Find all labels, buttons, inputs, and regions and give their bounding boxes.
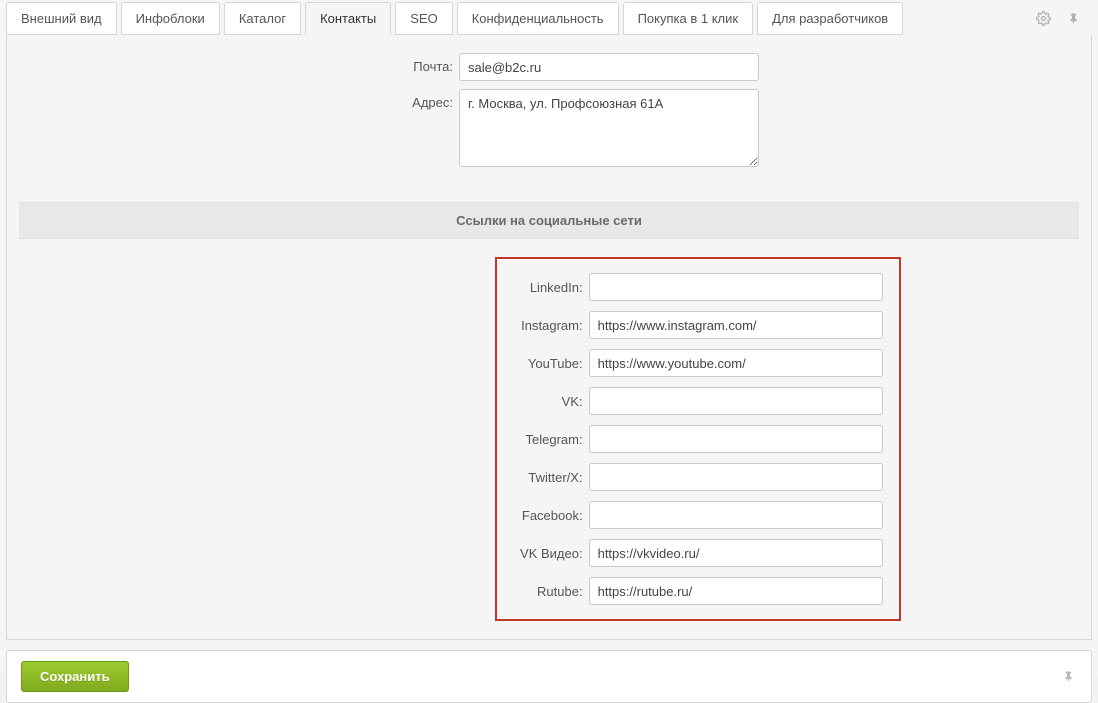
row-twitterx: Twitter/X: — [513, 463, 883, 491]
textarea-address[interactable] — [459, 89, 759, 167]
row-youtube: YouTube: — [513, 349, 883, 377]
row-instagram: Instagram: — [513, 311, 883, 339]
tabs-bar: Внешний вид Инфоблоки Каталог Контакты S… — [0, 0, 1098, 35]
label-vk: VK: — [513, 394, 589, 409]
tab-oneclick[interactable]: Покупка в 1 клик — [623, 2, 754, 35]
contact-form: Почта: Адрес: — [19, 53, 1079, 196]
row-telegram: Telegram: — [513, 425, 883, 453]
input-facebook[interactable] — [589, 501, 883, 529]
section-social-header: Ссылки на социальные сети — [19, 202, 1079, 239]
row-rutube: Rutube: — [513, 577, 883, 605]
label-email: Почта: — [19, 53, 459, 74]
input-vkvideo[interactable] — [589, 539, 883, 567]
label-facebook: Facebook: — [513, 508, 589, 523]
row-linkedin: LinkedIn: — [513, 273, 883, 301]
tab-privacy[interactable]: Конфиденциальность — [457, 2, 619, 35]
tab-seo[interactable]: SEO — [395, 2, 452, 35]
label-telegram: Telegram: — [513, 432, 589, 447]
row-address: Адрес: — [19, 89, 1079, 170]
label-vkvideo: VK Видео: — [513, 546, 589, 561]
input-linkedin[interactable] — [589, 273, 883, 301]
gear-icon[interactable] — [1034, 10, 1052, 28]
input-youtube[interactable] — [589, 349, 883, 377]
input-twitterx[interactable] — [589, 463, 883, 491]
label-linkedin: LinkedIn: — [513, 280, 589, 295]
label-youtube: YouTube: — [513, 356, 589, 371]
tabs-tools — [1034, 2, 1092, 35]
settings-page: Внешний вид Инфоблоки Каталог Контакты S… — [0, 0, 1098, 674]
save-button[interactable]: Сохранить — [21, 661, 129, 692]
tab-appearance[interactable]: Внешний вид — [6, 2, 117, 35]
row-vk: VK: — [513, 387, 883, 415]
tab-contacts[interactable]: Контакты — [305, 2, 391, 35]
social-links-group: LinkedIn: Instagram: YouTube: VK: Telegr… — [495, 257, 901, 621]
row-email: Почта: — [19, 53, 1079, 81]
input-rutube[interactable] — [589, 577, 883, 605]
label-address: Адрес: — [19, 89, 459, 110]
input-email[interactable] — [459, 53, 759, 81]
tab-panel-contacts: Почта: Адрес: Ссылки на социальные сети … — [6, 35, 1092, 640]
tab-infoblocks[interactable]: Инфоблоки — [121, 2, 220, 35]
pin-icon[interactable] — [1064, 10, 1082, 28]
tab-catalog[interactable]: Каталог — [224, 2, 301, 35]
input-telegram[interactable] — [589, 425, 883, 453]
row-vkvideo: VK Видео: — [513, 539, 883, 567]
footer-bar: Сохранить — [6, 650, 1092, 703]
footer-pin-icon[interactable] — [1059, 668, 1077, 686]
input-vk[interactable] — [589, 387, 883, 415]
label-instagram: Instagram: — [513, 318, 589, 333]
label-twitterx: Twitter/X: — [513, 470, 589, 485]
input-instagram[interactable] — [589, 311, 883, 339]
label-rutube: Rutube: — [513, 584, 589, 599]
tab-developers[interactable]: Для разработчиков — [757, 2, 903, 35]
row-facebook: Facebook: — [513, 501, 883, 529]
